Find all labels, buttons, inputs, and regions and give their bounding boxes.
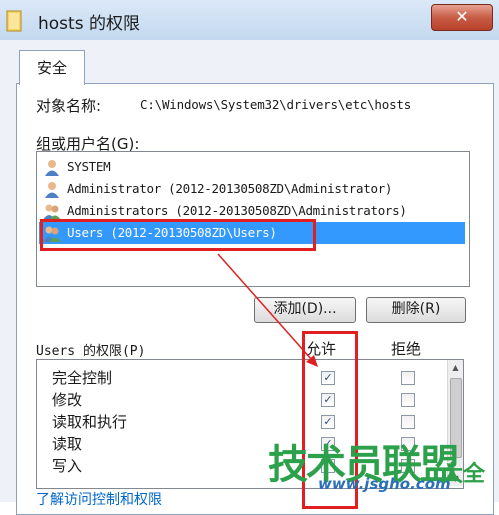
watermark-url: www.jsgho.com (318, 475, 451, 493)
watermark-big: 大全 (441, 462, 486, 487)
tab-security[interactable]: 安全 (19, 50, 85, 85)
